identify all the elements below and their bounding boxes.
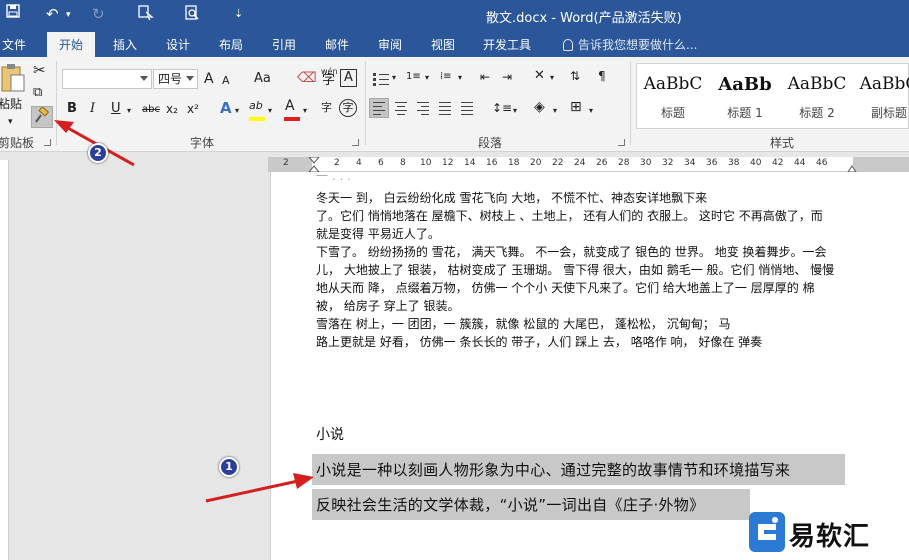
arrow-to-selection xyxy=(205,473,314,503)
annotation-arrows xyxy=(54,120,314,503)
step-marker-2: 2 xyxy=(88,143,108,163)
word-window: ↶ ▾ ↻ ⇣ 散文.docx - Word(产品激活失败) 文件 开始 插入 … xyxy=(0,0,909,560)
step-marker-1: 1 xyxy=(219,457,239,477)
watermark-logo-icon xyxy=(749,512,785,552)
watermark: 易软汇 xyxy=(745,510,909,556)
watermark-text: 易软汇 xyxy=(789,522,871,552)
